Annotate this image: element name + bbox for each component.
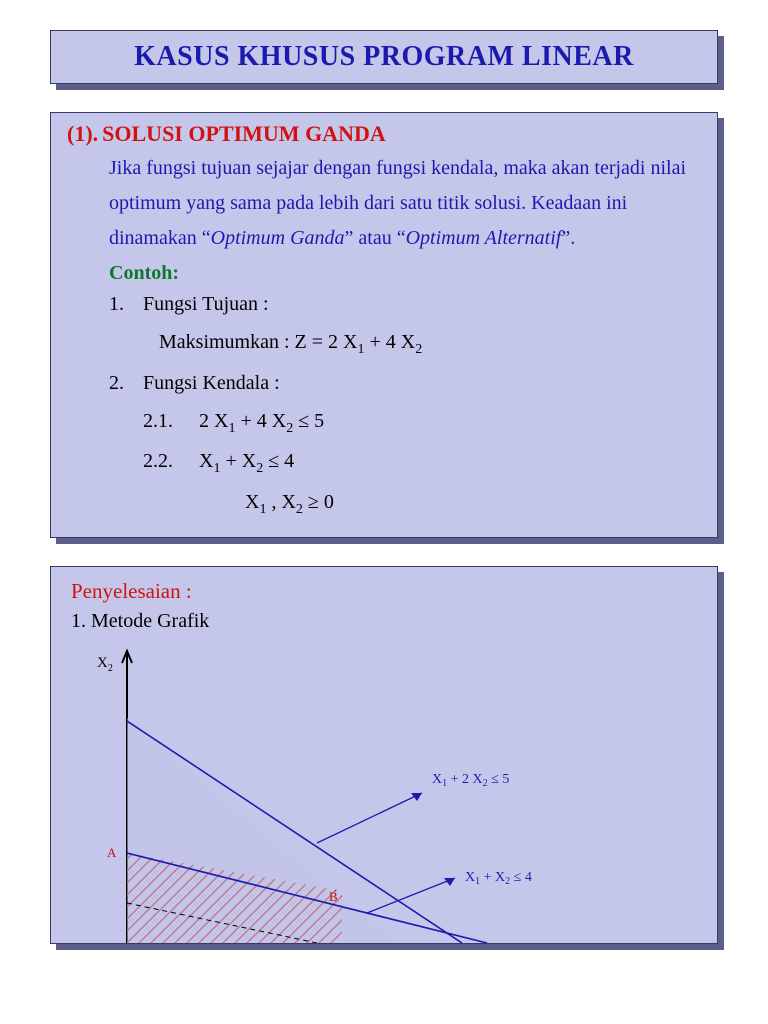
- constraint-2-label: X1 + X2 ≤ 4: [465, 870, 532, 887]
- example-list: 1. Fungsi Tujuan :: [109, 285, 701, 323]
- constraint-1-label: X1 + 2 X2 ≤ 5: [432, 772, 509, 789]
- section-2-panel: Penyelesaian : 1. Metode Grafik X2: [50, 566, 718, 944]
- feasible-region-graph: X2 X1 + 2 X2 ≤ 5: [67, 643, 701, 943]
- nonneg-constraint: X1 , X2 ≥ 0: [245, 483, 701, 524]
- section-1-panel: (1). SOLUSI OPTIMUM GANDA Jika fungsi tu…: [50, 112, 718, 538]
- method-label: 1. Metode Grafik: [71, 610, 701, 633]
- section-heading: SOLUSI OPTIMUM GANDA: [102, 121, 386, 146]
- vertex-a-label: A: [107, 845, 117, 860]
- section-paragraph: Jika fungsi tujuan sejajar dengan fungsi…: [109, 151, 691, 256]
- solution-label: Penyelesaian :: [71, 579, 701, 604]
- title-panel: KASUS KHUSUS PROGRAM LINEAR: [50, 30, 718, 84]
- vertex-b-label: B: [329, 889, 338, 904]
- section-number: (1).: [67, 121, 98, 146]
- example-label: Contoh:: [109, 262, 701, 285]
- y-axis-label: X2: [97, 655, 113, 674]
- constraint-list: 2.1. 2 X1 + 4 X2 ≤ 5 2.2. X1 + X2 ≤ 4: [143, 402, 701, 483]
- page-title: KASUS KHUSUS PROGRAM LINEAR: [134, 41, 634, 72]
- objective-function: Maksimumkan : Z = 2 X1 + 4 X2: [159, 323, 701, 364]
